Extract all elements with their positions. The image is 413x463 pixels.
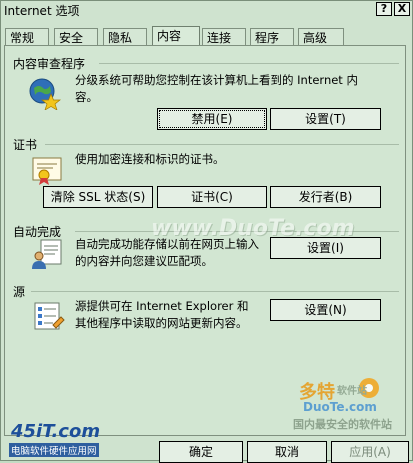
content-advisor-desc-line1: 分级系统可帮助您控制在该计算机上看到的 Internet 内 xyxy=(75,73,358,87)
ok-button[interactable]: 确定 xyxy=(159,441,243,463)
clear-ssl-state-button[interactable]: 清除 SSL 状态(S) xyxy=(43,186,153,208)
center-watermark: www.DuoTe.com xyxy=(151,216,355,241)
autocomplete-icon xyxy=(31,238,65,270)
divider xyxy=(31,291,399,292)
help-button[interactable]: ? xyxy=(376,2,392,16)
autocomplete-desc-line2: 的内容并向您建议匹配项。 xyxy=(75,254,213,268)
window-title: Internet 选项 xyxy=(4,4,80,18)
content-advisor-settings-button[interactable]: 设置(T) xyxy=(270,108,381,130)
duote-slogan-text: 国内最安全的软件站 xyxy=(293,418,392,431)
divider xyxy=(45,144,399,145)
content-advisor-description: 分级系统可帮助您控制在该计算机上看到的 Internet 内 容。 xyxy=(75,72,395,106)
content-advisor-desc-line2: 容。 xyxy=(75,90,98,104)
45it-logo-text: 45iT.com xyxy=(11,421,101,442)
feeds-desc-line1: 源提供可在 Internet Explorer 和 xyxy=(75,299,249,313)
content-tab-panel: 内容审查程序 分级系统可帮助您控制在该计算机上看到的 Internet 内 容。… xyxy=(4,45,406,436)
internet-options-window: Internet 选项 ? X 常规 安全 隐私 内容 连接 程序 高级 内容审… xyxy=(0,0,413,463)
help-icon: ? xyxy=(380,2,388,15)
tab-security[interactable]: 安全 xyxy=(54,28,98,46)
autocomplete-description: 自动完成功能存储以前在网页上输入 的内容并向您建议匹配项。 xyxy=(75,236,275,270)
tab-programs[interactable]: 程序 xyxy=(250,28,294,46)
apply-button[interactable]: 应用(A) xyxy=(331,441,409,463)
certificates-heading: 证书 xyxy=(13,138,38,152)
certificates-description: 使用加密连接和标识的证书。 xyxy=(75,152,225,166)
tab-privacy[interactable]: 隐私 xyxy=(103,28,147,46)
duote-brand-suffix: 软件站 xyxy=(337,386,367,397)
divider xyxy=(99,63,399,64)
certificates-button[interactable]: 证书(C) xyxy=(157,186,267,208)
cancel-button[interactable]: 取消 xyxy=(247,441,327,463)
feeds-settings-button[interactable]: 设置(N) xyxy=(270,299,381,321)
feeds-desc-line2: 其他程序中读取的网站更新内容。 xyxy=(75,316,248,330)
close-button[interactable]: X xyxy=(394,2,410,16)
close-icon: X xyxy=(397,2,407,15)
disable-content-advisor-button[interactable]: 禁用(E) xyxy=(157,108,267,130)
tab-strip: 常规 安全 隐私 内容 连接 程序 高级 xyxy=(1,26,412,47)
title-bar: Internet 选项 ? X xyxy=(1,1,412,18)
feeds-description: 源提供可在 Internet Explorer 和 其他程序中读取的网站更新内容… xyxy=(75,298,275,332)
45it-logo-subtext: 电脑软件硬件应用网 xyxy=(9,443,99,457)
tab-connections[interactable]: 连接 xyxy=(202,28,246,46)
tab-advanced[interactable]: 高级 xyxy=(298,28,344,46)
tab-general[interactable]: 常规 xyxy=(5,28,49,46)
duote-logo-watermark: 多特 软件站 DuoTe.com 国内最安全的软件站 xyxy=(293,376,405,434)
feeds-heading: 源 xyxy=(13,285,26,299)
content-advisor-heading: 内容审查程序 xyxy=(13,57,86,71)
duote-site-text: DuoTe.com xyxy=(303,400,377,414)
publishers-button[interactable]: 发行者(B) xyxy=(270,186,381,208)
feeds-icon xyxy=(33,301,65,331)
tab-content[interactable]: 内容 xyxy=(152,26,200,47)
content-advisor-icon xyxy=(27,76,61,111)
45it-logo-watermark: 45iT.com 电脑软件硬件应用网 xyxy=(7,421,119,459)
certificate-icon xyxy=(31,156,65,186)
